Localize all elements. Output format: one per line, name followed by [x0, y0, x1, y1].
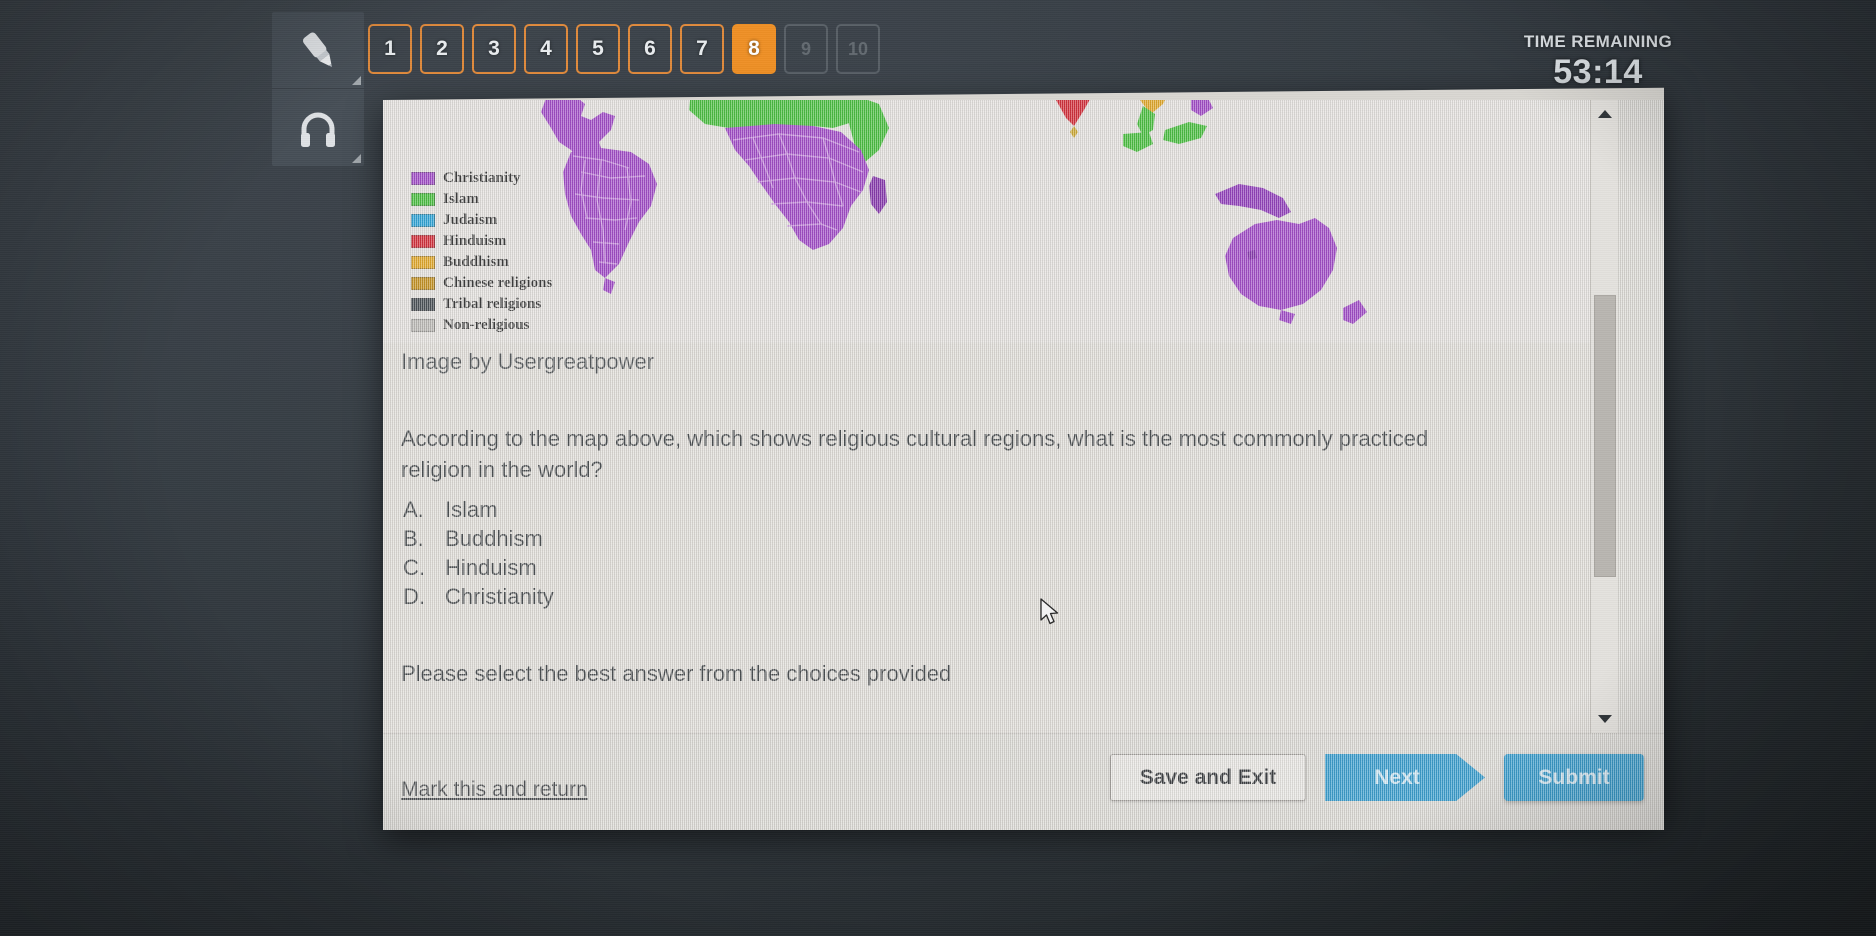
map-legend: Christianity Islam Judaism Hinduism Budd…: [405, 162, 562, 343]
question-footer: Mark this and return Save and Exit Next …: [383, 733, 1664, 830]
question-navigation: 1 2 3 4 5 6 7 8 9 10: [368, 24, 880, 74]
answer-letter-b: B.: [403, 526, 424, 551]
legend-swatch-islam: [411, 193, 435, 206]
answer-choice-a[interactable]: A. Islam: [401, 495, 1576, 524]
exam-toolbar: 1 2 3 4 5 6 7 8 9 10 TIME REMAINING 53:1…: [0, 0, 1876, 166]
legend-swatch-non-religious: [411, 319, 435, 332]
answer-text-c: Hinduism: [445, 555, 537, 580]
question-button-2[interactable]: 2: [420, 24, 464, 74]
question-button-6[interactable]: 6: [628, 24, 672, 74]
religion-world-map: Christianity Islam Judaism Hinduism Budd…: [383, 100, 1618, 343]
chevron-up-icon: [1598, 110, 1612, 118]
highlighter-tool-button[interactable]: [272, 12, 364, 89]
answer-choice-c[interactable]: C. Hinduism: [401, 553, 1576, 582]
legend-item: Hinduism: [411, 231, 552, 252]
legend-label-christianity: Christianity: [443, 170, 521, 186]
legend-item: Judaism: [411, 210, 552, 231]
legend-item: Tribal religions: [411, 294, 552, 315]
answer-choice-d[interactable]: D. Christianity: [401, 582, 1576, 611]
save-and-exit-button[interactable]: Save and Exit: [1110, 754, 1306, 801]
vertical-scrollbar[interactable]: [1590, 100, 1618, 733]
mark-this-and-return-link[interactable]: Mark this and return: [401, 778, 588, 802]
legend-label-non-religious: Non-religious: [443, 317, 530, 333]
answer-text-a: Islam: [445, 497, 498, 522]
legend-item: Islam: [411, 189, 552, 210]
question-button-3[interactable]: 3: [472, 24, 516, 74]
legend-swatch-christianity: [411, 172, 435, 185]
question-button-9: 9: [784, 24, 828, 74]
question-scroll-area[interactable]: Christianity Islam Judaism Hinduism Budd…: [383, 100, 1618, 733]
legend-label-islam: Islam: [443, 191, 479, 207]
audio-tool-button[interactable]: [272, 89, 364, 166]
answer-letter-a: A.: [403, 497, 424, 522]
legend-swatch-chinese-religions: [411, 277, 435, 290]
tool-palette: [272, 12, 364, 166]
question-button-5[interactable]: 5: [576, 24, 620, 74]
question-button-4[interactable]: 4: [524, 24, 568, 74]
time-remaining-label: TIME REMAINING: [1523, 32, 1673, 51]
answer-text-d: Christianity: [445, 584, 554, 609]
legend-label-buddhism: Buddhism: [443, 254, 509, 270]
question-button-7[interactable]: 7: [680, 24, 724, 74]
image-credit: Image by Usergreatpower: [401, 349, 655, 374]
time-remaining-value: 53:14: [1553, 53, 1643, 91]
legend-label-hinduism: Hinduism: [443, 233, 507, 249]
chevron-down-icon: [1598, 715, 1612, 723]
answer-choice-b[interactable]: B. Buddhism: [401, 524, 1576, 553]
submit-button[interactable]: Submit: [1504, 754, 1644, 801]
map-region-australia: [1225, 218, 1367, 324]
map-region-africa: [689, 100, 889, 250]
answer-text-b: Buddhism: [445, 526, 543, 551]
legend-label-judaism: Judaism: [443, 212, 498, 228]
question-text: According to the map above, which shows …: [401, 426, 1429, 482]
highlighter-expand-corner[interactable]: [352, 76, 361, 85]
audio-expand-corner[interactable]: [352, 154, 361, 163]
highlighter-icon: [294, 28, 342, 72]
next-button[interactable]: Next: [1325, 754, 1485, 801]
answer-instruction: Please select the best answer from the c…: [401, 661, 952, 686]
question-button-10: 10: [836, 24, 880, 74]
legend-swatch-judaism: [411, 214, 435, 227]
legend-item: Christianity: [411, 168, 552, 189]
scroll-down-button[interactable]: [1591, 707, 1618, 731]
answer-letter-c: C.: [403, 555, 425, 580]
legend-item: Chinese religions: [411, 273, 552, 294]
question-body: Image by Usergreatpower According to the…: [383, 343, 1618, 687]
answer-choices: A. Islam B. Buddhism C. Hinduism D. Chri…: [401, 495, 1576, 611]
legend-swatch-hinduism: [411, 235, 435, 248]
legend-swatch-tribal-religions: [411, 298, 435, 311]
question-panel: Christianity Islam Judaism Hinduism Budd…: [383, 87, 1664, 831]
question-button-8[interactable]: 8: [732, 24, 776, 74]
legend-label-tribal-religions: Tribal religions: [443, 296, 542, 312]
legend-label-chinese-religions: Chinese religions: [443, 275, 553, 291]
footer-actions: Save and Exit Next Submit: [1110, 754, 1644, 801]
scroll-up-button[interactable]: [1591, 102, 1618, 126]
time-remaining: TIME REMAINING 53:14: [1468, 32, 1728, 92]
legend-item: Non-religious: [411, 315, 552, 336]
legend-item: Buddhism: [411, 252, 552, 273]
headphones-icon: [294, 106, 342, 150]
scrollbar-thumb[interactable]: [1594, 295, 1616, 577]
question-button-1[interactable]: 1: [368, 24, 412, 74]
legend-swatch-buddhism: [411, 256, 435, 269]
answer-letter-d: D.: [403, 584, 425, 609]
